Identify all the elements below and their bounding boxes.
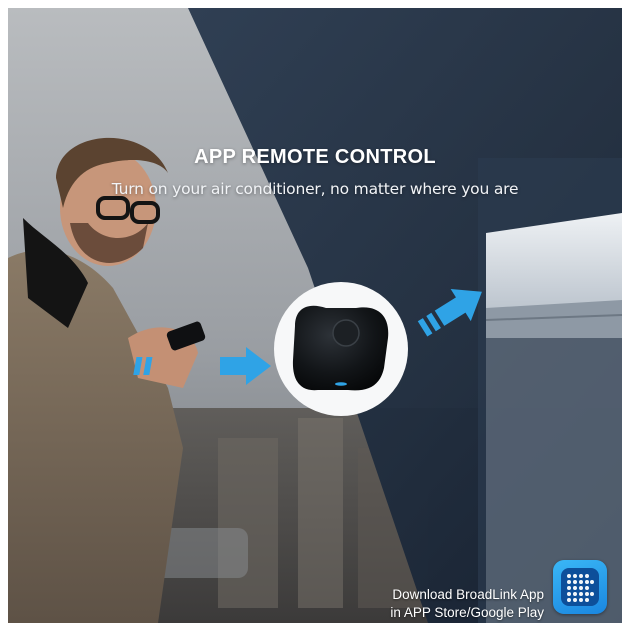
headline-subtitle: Turn on your air conditioner, no matter …	[111, 180, 519, 198]
promo-banner: APP REMOTE CONTROL Turn on your air cond…	[8, 8, 622, 623]
download-line-1: Download BroadLink App	[392, 587, 544, 602]
download-line-2: in APP Store/Google Play	[390, 605, 544, 620]
headline-title: APP REMOTE CONTROL	[194, 146, 436, 168]
promo-scene	[8, 8, 622, 623]
download-instructions: Download BroadLink App in APP Store/Goog…	[390, 586, 544, 622]
app-icon-inner	[561, 568, 599, 606]
broadlink-device	[274, 282, 408, 416]
broadlink-app-icon[interactable]	[553, 560, 607, 614]
app-dot-grid	[567, 574, 594, 602]
